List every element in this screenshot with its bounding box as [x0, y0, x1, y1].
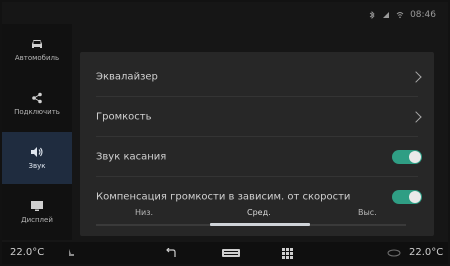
touch-sound-label: Звук касания — [96, 151, 167, 163]
temp-right[interactable]: 22.0°C — [409, 247, 443, 258]
speed-comp-label: Компенсация громкости в зависим. от скор… — [96, 191, 351, 203]
sidebar-item-label: Автомобиль — [14, 54, 60, 62]
speed-comp-toggle[interactable] — [392, 190, 422, 204]
infotainment-screen: 08:46 Автомобиль Подключить Звук Дисплей… — [2, 2, 448, 264]
level-mid[interactable]: Сред. — [247, 208, 271, 217]
divider — [96, 136, 418, 137]
temp-left[interactable]: 22.0°C — [10, 247, 44, 258]
equalizer-label: Эквалайзер — [96, 71, 158, 83]
volume-label: Громкость — [96, 111, 152, 123]
sidebar-item-sound[interactable]: Звук — [2, 132, 72, 184]
speaker-icon — [31, 147, 43, 157]
touch-sound-toggle[interactable] — [392, 150, 422, 164]
toggle-knob — [409, 151, 421, 163]
fan-icon[interactable] — [386, 246, 402, 260]
level-indicator — [210, 223, 310, 226]
signal-icon — [383, 12, 390, 18]
chevron-right-icon — [410, 111, 422, 123]
equalizer-row[interactable]: Эквалайзер — [80, 58, 434, 96]
media-icon[interactable] — [220, 246, 242, 260]
toggle-knob — [409, 191, 421, 203]
divider — [96, 96, 418, 97]
sidebar-item-connect[interactable]: Подключить — [2, 78, 72, 130]
share-icon — [32, 92, 42, 104]
volume-row[interactable]: Громкость — [80, 98, 434, 136]
sidebar-item-car[interactable]: Автомобиль — [2, 24, 72, 76]
status-bar: 08:46 — [368, 8, 436, 22]
level-high[interactable]: Выс. — [358, 208, 377, 217]
level-low[interactable]: Низ. — [135, 208, 153, 217]
sidebar-item-label: Подключить — [14, 108, 60, 116]
bottom-bar: 22.0°C 22.0°C — [2, 242, 448, 264]
bluetooth-icon — [369, 11, 375, 19]
chevron-right-icon — [410, 71, 422, 83]
display-icon — [31, 201, 43, 211]
divider — [96, 176, 418, 177]
sidebar-item-display[interactable]: Дисплей — [2, 186, 72, 238]
sidebar: Автомобиль Подключить Звук Дисплей — [2, 24, 72, 240]
seat-icon[interactable] — [64, 246, 78, 260]
wifi-icon — [396, 12, 404, 19]
apps-grid-icon[interactable] — [280, 246, 294, 260]
sidebar-item-label: Звук — [28, 162, 46, 170]
sidebar-item-label: Дисплей — [21, 216, 53, 224]
car-icon — [32, 40, 42, 48]
clock: 08:46 — [410, 10, 436, 20]
touch-sound-row: Звук касания — [80, 138, 434, 176]
back-icon[interactable] — [163, 246, 179, 260]
